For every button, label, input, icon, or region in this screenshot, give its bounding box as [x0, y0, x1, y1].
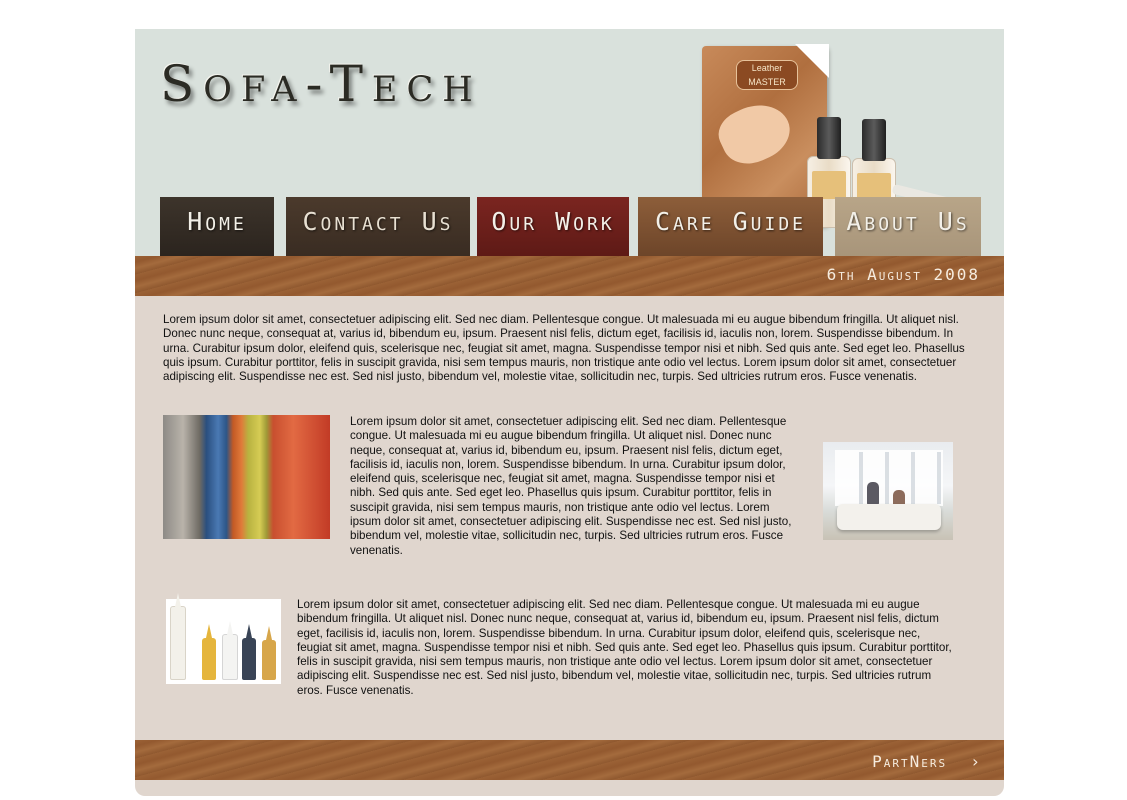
nav-home[interactable]: Home [160, 197, 274, 256]
middle-paragraph: Lorem ipsum dolor sit amet, consectetuer… [350, 415, 792, 557]
partners-label: PartNers [872, 752, 948, 771]
nav-care-guide[interactable]: Care Guide [638, 197, 823, 256]
bottom-paragraph: Lorem ipsum dolor sit amet, consectetuer… [297, 598, 952, 697]
partners-band: PartNers › [135, 740, 1004, 780]
partners-link[interactable]: PartNers › [872, 752, 982, 771]
nav-about-us[interactable]: About Us [835, 197, 981, 256]
site-logo[interactable]: Sofa-Tech [160, 55, 482, 113]
date-band: 6th August 2008 [135, 256, 1004, 296]
chevron-right-icon: › [958, 752, 982, 771]
page-frame: Sofa-Tech Leather MASTER Home Contact Us… [135, 29, 1004, 796]
leather-swatches-image [163, 415, 330, 539]
product-brand: Leather MASTER [748, 63, 786, 87]
intro-paragraph: Lorem ipsum dolor sit amet, consectetuer… [163, 313, 965, 384]
hand-illustration [711, 93, 799, 174]
box-corner-flash [795, 44, 829, 78]
care-bottles-image [166, 599, 281, 684]
nav-contact-us[interactable]: Contact Us [286, 197, 470, 256]
product-brand-badge: Leather MASTER [736, 60, 798, 90]
nav-our-work[interactable]: Our Work [477, 197, 629, 256]
living-room-image [823, 442, 953, 540]
date-label: 6th August 2008 [826, 265, 980, 284]
site-header: Sofa-Tech Leather MASTER Home Contact Us… [135, 29, 1004, 256]
